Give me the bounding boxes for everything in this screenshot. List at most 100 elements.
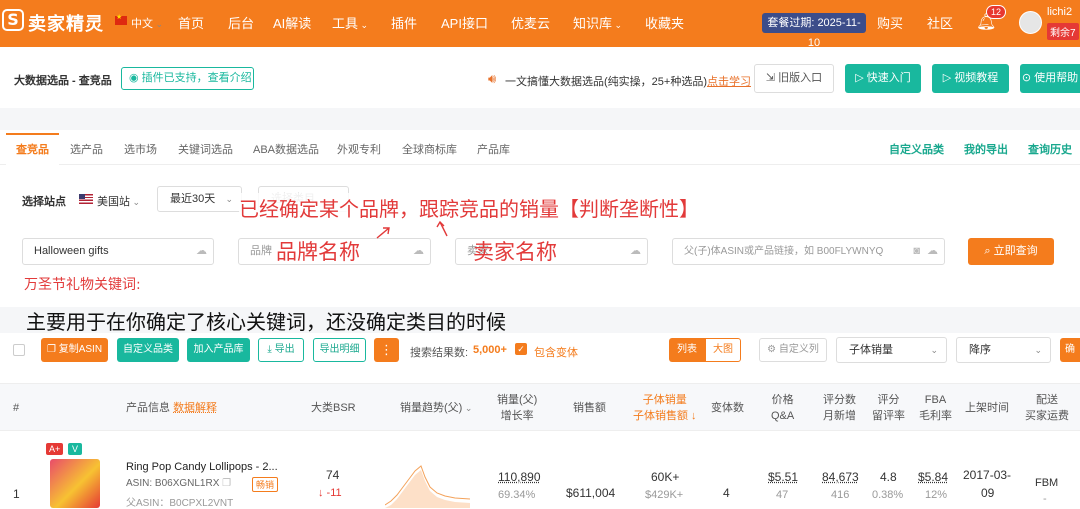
- nav-backend[interactable]: 后台: [228, 13, 254, 32]
- logo-text[interactable]: 卖家精灵: [28, 10, 104, 36]
- col-rating-label: 评分: [878, 394, 900, 406]
- remaining-quota-badge: 剩余7: [1047, 23, 1079, 40]
- tab-competitor[interactable]: 查竞品: [16, 141, 49, 157]
- download-icon: ⤓: [267, 344, 274, 355]
- query-label: 立即查询: [994, 245, 1038, 257]
- nav-favorites[interactable]: 收藏夹: [645, 13, 684, 32]
- col-product: 产品信息 数据解释: [126, 400, 217, 416]
- fba-fee[interactable]: $5.84: [918, 469, 948, 486]
- nav-tools[interactable]: 工具 ⌄: [332, 13, 368, 32]
- col-launch[interactable]: 上架时间: [965, 400, 1009, 416]
- col-sales-parent[interactable]: 销量(父) 增长率: [497, 392, 537, 424]
- chevron-down-icon: ⌄: [130, 197, 140, 207]
- tab-custom-category[interactable]: 自定义品类: [889, 141, 944, 157]
- camera-icon[interactable]: ◙: [913, 239, 920, 264]
- asin-placeholder: 父(子)体ASIN或产品链接，如 B00FLYWNYQ: [684, 246, 883, 257]
- nav-community[interactable]: 社区: [927, 13, 953, 32]
- nav-api[interactable]: API接口: [441, 13, 488, 32]
- nav-plugin[interactable]: 插件: [391, 13, 417, 32]
- table-row[interactable]: 1 A+ V Ring Pop Candy Lollipops - 2... A…: [0, 431, 1080, 508]
- copy-asin-button[interactable]: ❐ 复制ASIN: [41, 338, 108, 362]
- col-variants[interactable]: 变体数: [711, 400, 744, 416]
- help-icon: ⊙: [1022, 72, 1034, 84]
- data-explanation-link[interactable]: 数据解释: [173, 402, 217, 414]
- product-title[interactable]: Ring Pop Candy Lollipops - 2...: [126, 461, 278, 473]
- col-price[interactable]: 价格 Q&A: [771, 392, 794, 424]
- export-button[interactable]: ⤓ 导出: [258, 338, 304, 362]
- confirm-button[interactable]: 确: [1060, 338, 1080, 362]
- tab-aba[interactable]: ABA数据选品: [253, 141, 319, 157]
- price-value[interactable]: $5.51: [768, 469, 798, 486]
- sales-trend-sparkline[interactable]: [385, 461, 470, 508]
- help-button[interactable]: ⊙ 使用帮助: [1020, 64, 1080, 93]
- plugin-notice-button[interactable]: ◉ 插件已支持，查看介绍: [121, 67, 254, 90]
- nav-knowledge[interactable]: 知识库 ⌄: [573, 13, 622, 32]
- plan-expiry-badge[interactable]: 套餐过期: 2025-11-10: [762, 13, 866, 33]
- breadcrumb: 大数据选品 - 查竞品: [14, 72, 112, 88]
- annotation-keyword-label: 万圣节礼物关键词:: [24, 274, 141, 294]
- tab-keyword[interactable]: 关键词选品: [178, 141, 233, 157]
- upload-cloud-icon[interactable]: ☁: [630, 239, 641, 264]
- include-variants-checkbox[interactable]: ✓: [515, 343, 527, 355]
- site-selector[interactable]: 美国站 ⌄: [97, 193, 140, 209]
- view-large-button[interactable]: 大图: [705, 338, 741, 362]
- col-price-label: 价格: [772, 394, 794, 406]
- keyword-value: Halloween gifts: [34, 245, 109, 257]
- avatar[interactable]: [1019, 11, 1042, 34]
- asin-value: ASIN: B06XGNL1RX: [126, 478, 219, 489]
- nav-home[interactable]: 首页: [178, 13, 204, 32]
- product-image[interactable]: [50, 459, 100, 508]
- custom-category-button[interactable]: 自定义品类: [117, 338, 179, 362]
- nav-ai[interactable]: AI解读: [273, 13, 311, 32]
- video-tutorial-button[interactable]: ▷ 视频教程: [932, 64, 1009, 93]
- tab-trademark[interactable]: 全球商标库: [402, 141, 457, 157]
- export-detail-button[interactable]: 导出明细: [313, 338, 366, 362]
- tab-product-library[interactable]: 产品库: [477, 141, 510, 157]
- tab-query-history[interactable]: 查询历史: [1028, 141, 1072, 157]
- announcement-link[interactable]: 点击学习: [707, 76, 751, 88]
- col-ratings[interactable]: 评分数 月新增: [823, 392, 856, 424]
- upload-cloud-icon[interactable]: ☁: [927, 239, 938, 264]
- quick-start-button[interactable]: ▷ 快速入门: [845, 64, 921, 93]
- col-fba[interactable]: FBA 毛利率: [919, 392, 952, 424]
- child-revenue-value: $429K+: [645, 487, 683, 504]
- nav-buy[interactable]: 购买: [877, 13, 903, 32]
- col-trend[interactable]: 销量趋势(父) ⌄: [400, 400, 472, 416]
- ratings-value[interactable]: 84,673: [822, 469, 859, 486]
- col-bsr[interactable]: 大类BSR: [311, 400, 356, 416]
- tab-market[interactable]: 选市场: [124, 141, 157, 157]
- col-delivery[interactable]: 配送 买家运费: [1025, 392, 1069, 424]
- query-button[interactable]: ⌕ 立即查询: [968, 238, 1054, 265]
- tab-design-patent[interactable]: 外观专利: [337, 141, 381, 157]
- period-select[interactable]: 最近30天 ⌄: [157, 186, 242, 212]
- more-actions-icon[interactable]: ⋮: [374, 338, 399, 362]
- chevron-down-icon: ⌄: [225, 187, 233, 211]
- view-list-button[interactable]: 列表: [669, 338, 705, 362]
- custom-columns-label: 自定义列: [779, 344, 819, 355]
- col-rating[interactable]: 评分 留评率: [872, 392, 905, 424]
- col-child-sales-label: 子体销量: [643, 394, 687, 406]
- custom-columns-button[interactable]: ⚙ 自定义列: [759, 338, 827, 362]
- keyword-input[interactable]: Halloween gifts ☁: [22, 238, 214, 265]
- col-margin-label: 毛利率: [919, 410, 952, 422]
- col-revenue[interactable]: 销售额: [573, 400, 606, 416]
- chevron-down-icon: ⌄: [1034, 338, 1042, 362]
- asin-input[interactable]: 父(子)体ASIN或产品链接，如 B00FLYWNYQ ◙ ☁: [672, 238, 945, 265]
- tab-my-exports[interactable]: 我的导出: [964, 141, 1008, 157]
- result-count: 5,000+: [473, 344, 507, 356]
- sort-order-select[interactable]: 降序 ⌄: [956, 337, 1051, 363]
- col-ratings-new-label: 月新增: [823, 410, 856, 422]
- help-label: 使用帮助: [1034, 72, 1078, 84]
- upload-cloud-icon[interactable]: ☁: [196, 239, 207, 264]
- select-all-checkbox[interactable]: [13, 344, 25, 356]
- username[interactable]: lichi2: [1047, 6, 1072, 18]
- nav-youmai[interactable]: 优麦云: [511, 13, 550, 32]
- col-child-sales[interactable]: 子体销量 子体销售额 ↓: [633, 392, 697, 424]
- tab-product[interactable]: 选产品: [70, 141, 103, 157]
- old-version-button[interactable]: ⇲ 旧版入口: [754, 64, 834, 93]
- language-selector[interactable]: 中文 ⌄: [131, 15, 163, 31]
- copy-icon[interactable]: ❐: [222, 478, 231, 489]
- add-library-button[interactable]: 加入产品库: [187, 338, 250, 362]
- sort-field-select[interactable]: 子体销量 ⌄: [836, 337, 947, 363]
- sales-value[interactable]: 110,890: [498, 469, 541, 486]
